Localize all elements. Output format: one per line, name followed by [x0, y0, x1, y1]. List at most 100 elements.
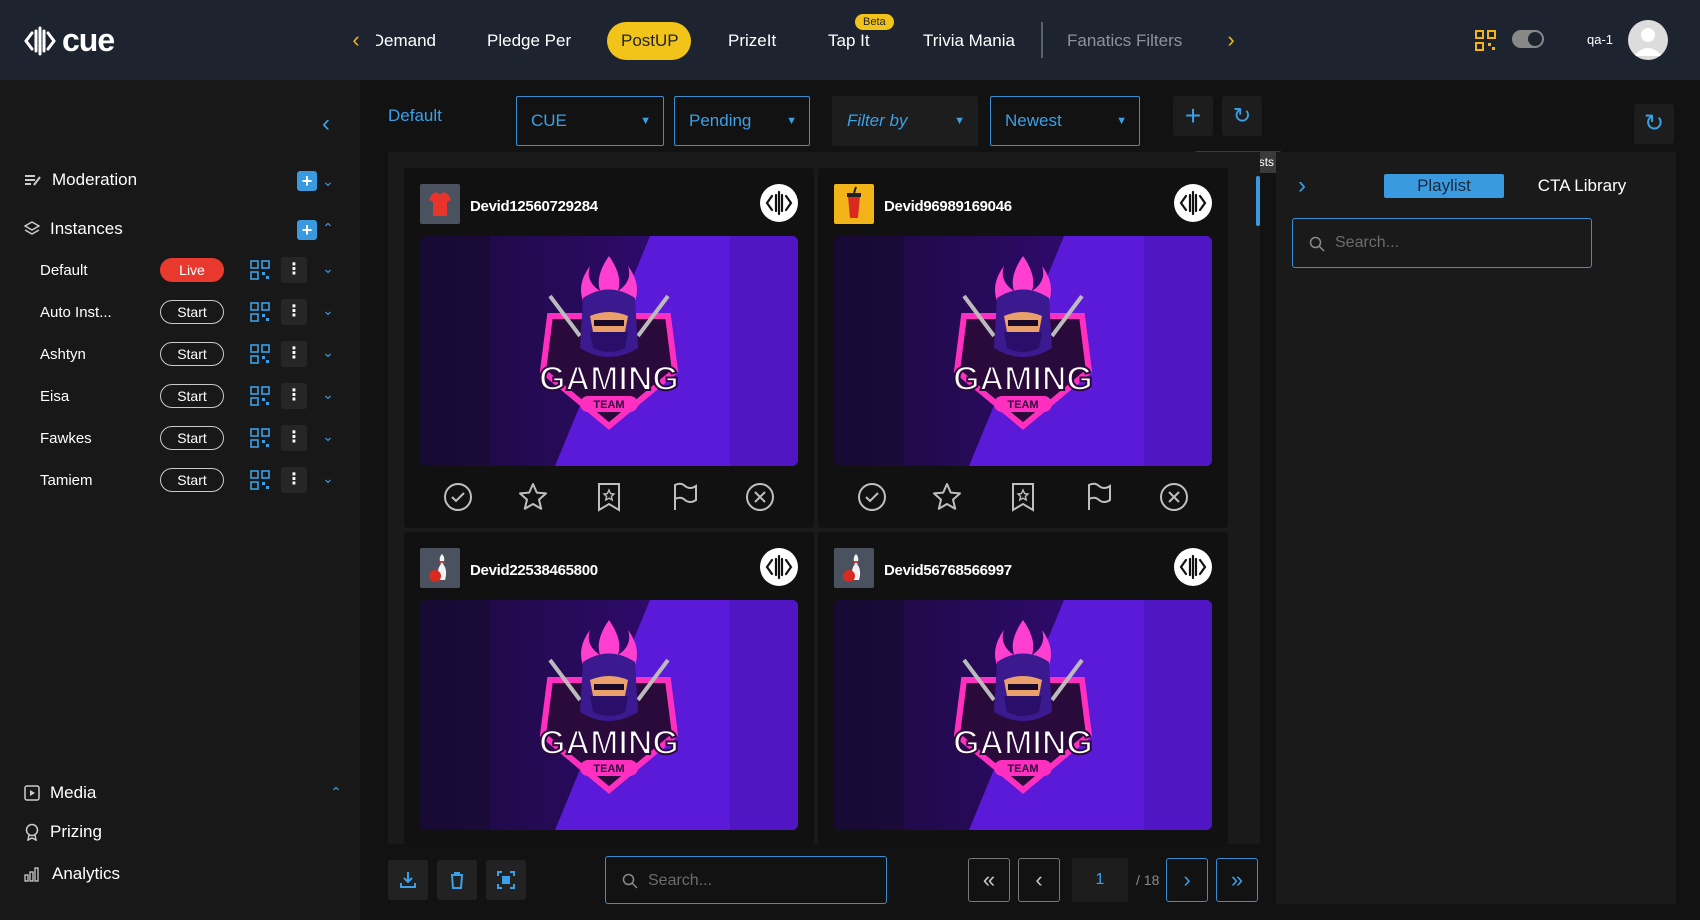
post-image[interactable]: GAMING TEAM [834, 236, 1212, 466]
post-card[interactable]: Devid56768566997 GAMING TEAM [818, 532, 1228, 844]
flag-icon[interactable] [1081, 843, 1117, 844]
flag-icon[interactable] [667, 479, 703, 515]
cue-logo-icon[interactable] [1174, 184, 1212, 222]
sidebar-collapse-chevron-left-icon[interactable]: ‹ [322, 110, 330, 138]
instance-chevron-down-icon[interactable]: ⌄ [320, 428, 336, 445]
post-card[interactable]: Devid96989169046 GAMING TEAM [818, 168, 1228, 528]
instance-chevron-down-icon[interactable]: ⌄ [320, 386, 336, 403]
sidebar-moderation[interactable]: Moderation [24, 170, 137, 190]
qr-code-icon[interactable] [250, 428, 270, 453]
approve-icon[interactable] [854, 479, 890, 515]
qr-code-icon[interactable] [250, 302, 270, 327]
star-icon[interactable] [929, 843, 965, 844]
sidebar-item-prizing[interactable]: Prizing [24, 822, 102, 842]
filter-by-select[interactable]: Filter by ▼ [832, 96, 978, 146]
update-posts-refresh-icon[interactable]: ↻ [1222, 96, 1262, 136]
instance-chevron-down-icon[interactable]: ⌄ [320, 470, 336, 487]
qr-code-icon[interactable] [250, 260, 270, 285]
page-number[interactable]: 1 [1072, 858, 1128, 902]
tab-tap-it[interactable]: Tap It [828, 22, 870, 60]
post-username[interactable]: Devid22538465800 [470, 562, 598, 579]
tab-cta-library[interactable]: CTA Library [1532, 174, 1632, 198]
instance-chevron-down-icon[interactable]: ⌄ [320, 302, 336, 319]
sort-select[interactable]: Newest ▼ [990, 96, 1140, 146]
qr-code-icon[interactable] [1475, 30, 1497, 57]
more-options-kebab-icon[interactable]: ⋮ [281, 467, 307, 493]
approve-icon[interactable] [440, 479, 476, 515]
instance-chevron-down-icon[interactable]: ⌄ [320, 344, 336, 361]
more-options-kebab-icon[interactable]: ⋮ [281, 341, 307, 367]
nav-prev-chevron-left-icon[interactable]: ‹ [346, 28, 366, 52]
instance-name[interactable]: Eisa [40, 388, 69, 405]
instances-chevron-up-icon[interactable]: ⌃ [320, 220, 336, 237]
add-instance-button[interactable]: + [297, 220, 317, 240]
bookmark-icon[interactable] [591, 479, 627, 515]
last-page-icon[interactable]: » [1216, 858, 1258, 902]
cue-logo-icon[interactable] [760, 184, 798, 222]
instance-name[interactable]: Tamiem [40, 472, 93, 489]
sidebar-item-analytics[interactable]: Analytics [24, 864, 120, 884]
star-icon[interactable] [515, 479, 551, 515]
start-button[interactable]: Start [160, 384, 224, 408]
tab-postup[interactable]: PostUP [607, 22, 691, 60]
tab-trivia-mania[interactable]: Trivia Mania [923, 22, 1015, 60]
post-card[interactable]: Devid12560729284 GAMING TEAM [404, 168, 814, 528]
right-panel-chevron-right-icon[interactable]: › [1298, 172, 1306, 200]
post-card[interactable]: Devid22538465800 GAMING TEAM [404, 532, 814, 844]
flag-icon[interactable] [667, 843, 703, 844]
start-button[interactable]: Start [160, 468, 224, 492]
instance-chevron-down-icon[interactable]: ⌄ [320, 260, 336, 277]
reject-icon[interactable] [742, 479, 778, 515]
bookmark-icon[interactable] [1005, 843, 1041, 844]
more-options-kebab-icon[interactable]: ⋮ [281, 383, 307, 409]
qr-code-icon[interactable] [250, 344, 270, 369]
select-all-icon[interactable] [486, 860, 526, 900]
posts-scrollbar[interactable] [1256, 176, 1260, 226]
bookmark-icon[interactable] [591, 843, 627, 844]
add-post-plus-icon[interactable]: + [1173, 96, 1213, 136]
post-username[interactable]: Devid12560729284 [470, 198, 598, 215]
add-moderation-button[interactable]: + [297, 171, 317, 191]
source-select[interactable]: CUE ▼ [516, 96, 664, 146]
theme-toggle-icon[interactable] [1512, 30, 1544, 48]
reject-icon[interactable] [742, 843, 778, 844]
tab-fanatics-filters[interactable]: Fanatics Filters [1067, 22, 1182, 60]
more-options-kebab-icon[interactable]: ⋮ [281, 299, 307, 325]
sidebar-item-media[interactable]: Media [24, 783, 96, 803]
qr-code-icon[interactable] [250, 470, 270, 495]
reject-icon[interactable] [1156, 843, 1192, 844]
start-button[interactable]: Start [160, 342, 224, 366]
approve-icon[interactable] [440, 843, 476, 844]
posts-search[interactable] [605, 856, 887, 904]
tab-prizeit[interactable]: PrizeIt [728, 22, 776, 60]
cue-logo-icon[interactable] [760, 548, 798, 586]
qr-code-icon[interactable] [250, 386, 270, 411]
media-chevron-up-icon[interactable]: ⌃ [328, 784, 344, 801]
reject-icon[interactable] [1156, 479, 1192, 515]
next-page-icon[interactable]: › [1166, 858, 1208, 902]
post-username[interactable]: Devid96989169046 [884, 198, 1012, 215]
instance-name[interactable]: Fawkes [40, 430, 92, 447]
tab-demand[interactable]: Demand [376, 22, 436, 60]
post-image[interactable]: GAMING TEAM [834, 600, 1212, 830]
post-username[interactable]: Devid56768566997 [884, 562, 1012, 579]
posts-search-input[interactable] [648, 869, 868, 893]
trash-icon[interactable] [437, 860, 477, 900]
instance-name[interactable]: Default [40, 262, 88, 279]
cue-logo[interactable]: cue [24, 22, 115, 59]
start-button[interactable]: Start [160, 426, 224, 450]
user-avatar[interactable] [1628, 20, 1668, 60]
tab-playlist[interactable]: Playlist [1384, 174, 1504, 198]
approve-icon[interactable] [854, 843, 890, 844]
first-page-icon[interactable]: « [968, 858, 1010, 902]
cue-logo-icon[interactable] [1174, 548, 1212, 586]
status-select[interactable]: Pending ▼ [674, 96, 810, 146]
flag-icon[interactable] [1081, 479, 1117, 515]
post-image[interactable]: GAMING TEAM [420, 236, 798, 466]
download-icon[interactable] [388, 860, 428, 900]
more-options-kebab-icon[interactable]: ⋮ [281, 257, 307, 283]
start-button[interactable]: Start [160, 300, 224, 324]
instance-name[interactable]: Ashtyn [40, 346, 86, 363]
star-icon[interactable] [929, 479, 965, 515]
more-options-kebab-icon[interactable]: ⋮ [281, 425, 307, 451]
